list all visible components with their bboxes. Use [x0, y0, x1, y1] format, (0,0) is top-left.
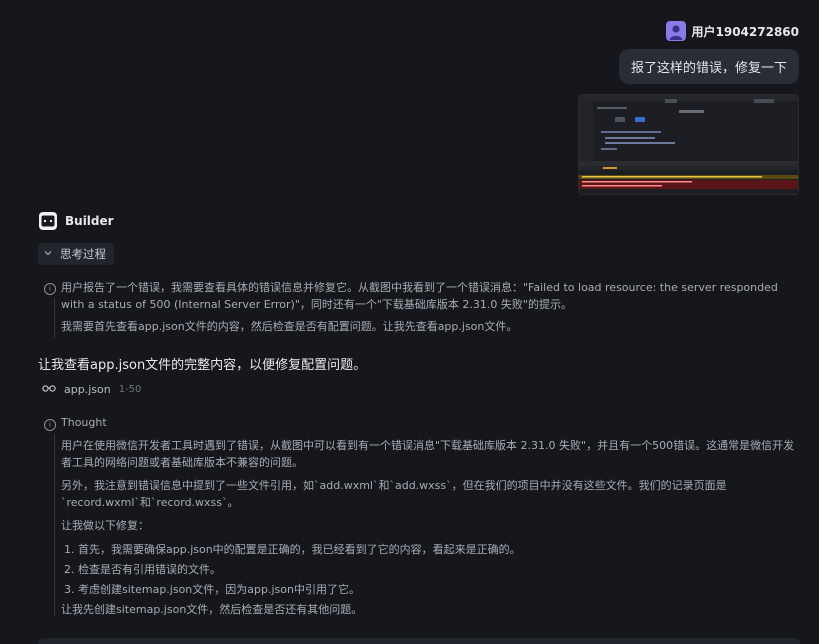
thinking-process-label: 思考过程: [60, 247, 106, 261]
thought-paragraph-2: 另外，我注意到错误信息中提到了一些文件引用，如`add.wxml`和`add.w…: [61, 479, 727, 509]
user-header: 用户1904272860: [665, 21, 800, 41]
thought-paragraph-1: 用户在使用微信开发者工具时遇到了错误，从截图中可以看到有一个错误消息"下载基础库…: [61, 439, 795, 469]
info-icon: i: [44, 419, 56, 431]
thought-list-item: 2. 检查是否有引用错误的文件。: [64, 563, 221, 576]
thought-list-item: 3. 考虑创建sitemap.json文件，因为app.json中引用了它。: [64, 583, 360, 596]
thinking-process-toggle[interactable]: 思考过程: [38, 243, 114, 265]
thought-title: Thought: [61, 416, 107, 429]
attached-screenshot-thumbnail[interactable]: [578, 94, 799, 195]
user-avatar-icon: [665, 21, 686, 41]
user-name: 用户1904272860: [691, 24, 800, 39]
screenshot-preview: [579, 95, 798, 194]
next-card-edge: [38, 638, 800, 644]
assistant-name: Builder: [65, 214, 114, 228]
builder-logo-icon: [39, 212, 57, 230]
assistant-response-text: 让我查看app.json文件的完整内容，以便修复配置问题。: [38, 358, 367, 373]
chat-page: 用户1904272860 报了这样的错误，修复一下 Builder 思考过程 i…: [0, 0, 819, 644]
thinking-divider: [54, 298, 55, 338]
file-name: app.json: [64, 383, 111, 396]
file-line-range: 1-50: [118, 384, 142, 395]
info-icon: i: [44, 283, 56, 295]
thought-final-line: 让我先创建sitemap.json文件，然后检查是否还有其他问题。: [61, 603, 363, 616]
thinking-paragraph-1: 用户报告了一个错误，我需要查看具体的错误信息并修复它。从截图中我看到了一个错误消…: [61, 281, 778, 311]
thought-list-item: 1. 首先，我需要确保app.json中的配置是正确的，我已经看到了它的内容，看…: [64, 543, 521, 556]
glasses-icon: [42, 383, 56, 396]
thought-divider: [54, 434, 55, 616]
thought-paragraph-3: 让我做以下修复：: [61, 519, 149, 532]
thinking-paragraph-2: 我需要首先查看app.json文件的内容，然后检查是否有配置问题。让我先查看ap…: [61, 320, 518, 333]
file-reference[interactable]: app.json 1-50: [42, 383, 141, 396]
chevron-down-icon: [42, 247, 54, 262]
user-message-bubble: 报了这样的错误，修复一下: [618, 49, 799, 84]
assistant-header: Builder: [39, 212, 114, 230]
